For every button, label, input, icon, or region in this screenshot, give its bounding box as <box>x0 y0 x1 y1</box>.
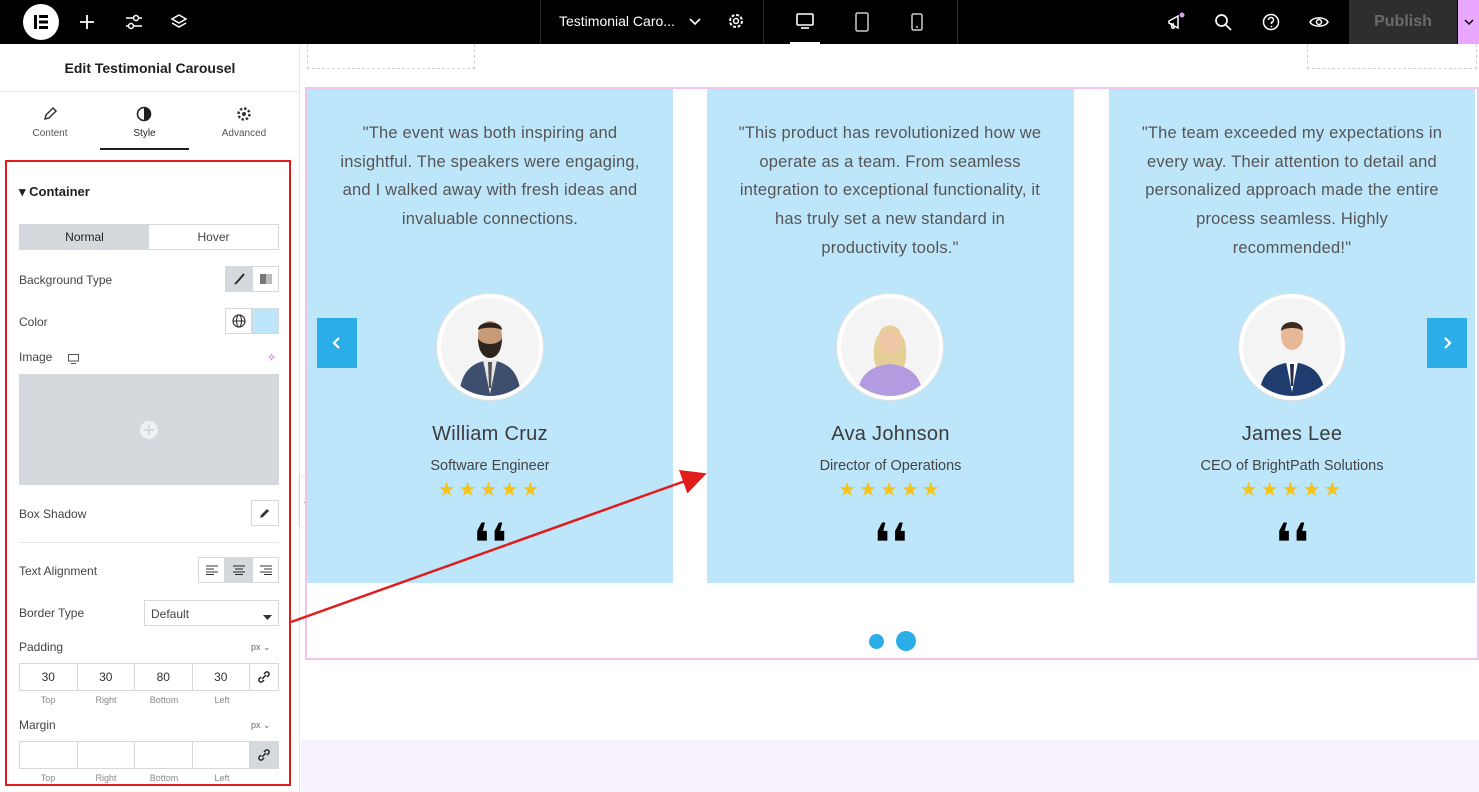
panel-title: Edit Testimonial Carousel <box>0 44 300 92</box>
document-title-dropdown[interactable]: Testimonial Caro... <box>540 0 764 44</box>
gear-icon <box>237 107 251 121</box>
testimonial-role: Software Engineer <box>430 458 550 474</box>
tab-advanced[interactable]: Advanced <box>199 100 289 150</box>
publish-button[interactable]: Publish <box>1349 0 1457 44</box>
avatar <box>1239 294 1345 400</box>
testimonial-quote: "The event was both inspiring and insigh… <box>340 124 640 229</box>
half-circle-icon <box>136 106 152 122</box>
chevron-down-icon <box>688 14 702 33</box>
carousel-next-button[interactable] <box>1427 318 1467 368</box>
preview-eye-icon[interactable] <box>1307 0 1331 44</box>
highlight-box <box>5 160 291 786</box>
testimonial-quote: "This product has revolutionized how we … <box>738 124 1042 257</box>
testimonial-card: "The event was both inspiring and insigh… <box>307 89 673 583</box>
announcement-icon[interactable] <box>1164 0 1188 44</box>
gear-icon[interactable] <box>727 12 745 35</box>
tab-content-label: Content <box>32 128 68 139</box>
carousel-prev-button[interactable] <box>317 318 357 368</box>
mobile-icon[interactable] <box>902 0 932 44</box>
document-title: Testimonial Caro... <box>559 13 675 29</box>
elementor-logo-icon[interactable] <box>23 4 59 40</box>
responsive-mode-switcher <box>780 0 958 44</box>
tab-style[interactable]: Style <box>100 100 189 150</box>
quote-mark-icon: ❛❛ <box>873 512 908 575</box>
placeholder-column <box>1307 44 1477 69</box>
help-icon[interactable] <box>1259 0 1283 44</box>
star-rating: ★★★★★ <box>1239 479 1345 501</box>
testimonial-card: "The team exceeded my expectations in ev… <box>1109 89 1475 583</box>
placeholder-column <box>307 44 475 69</box>
avatar <box>837 294 943 400</box>
quote-mark-icon: ❛❛ <box>1274 512 1310 575</box>
chevron-right-icon <box>1444 337 1452 349</box>
chevron-left-icon <box>332 337 340 349</box>
tablet-icon[interactable] <box>847 0 877 44</box>
quote-mark-icon: ❛❛ <box>472 512 508 575</box>
desktop-icon[interactable] <box>790 0 820 44</box>
add-icon[interactable] <box>75 0 99 44</box>
top-bar: Testimonial Caro... Publish <box>0 0 1479 44</box>
next-section <box>301 740 1479 792</box>
caret-down-icon[interactable] <box>1458 0 1479 44</box>
testimonial-role: CEO of BrightPath Solutions <box>1200 458 1384 474</box>
star-rating: ★★★★★ <box>437 479 543 501</box>
layers-icon[interactable] <box>167 0 191 44</box>
testimonial-name: Ava Johnson <box>831 423 950 445</box>
tab-content[interactable]: Content <box>5 100 95 150</box>
testimonial-quote: "The team exceeded my expectations in ev… <box>1141 124 1443 257</box>
pencil-icon <box>43 106 58 121</box>
pagination-dot-active[interactable] <box>896 631 916 651</box>
testimonial-card: "This product has revolutionized how we … <box>707 89 1074 583</box>
search-icon[interactable] <box>1211 0 1235 44</box>
testimonial-role: Director of Operations <box>819 458 962 474</box>
pagination-dot[interactable] <box>869 634 884 649</box>
testimonial-name: William Cruz <box>432 423 548 445</box>
avatar <box>437 294 543 400</box>
tab-advanced-label: Advanced <box>221 128 267 139</box>
tab-style-label: Style <box>133 128 156 139</box>
star-rating: ★★★★★ <box>838 479 943 501</box>
settings-sliders-icon[interactable] <box>122 0 146 44</box>
testimonial-name: James Lee <box>1241 423 1343 445</box>
